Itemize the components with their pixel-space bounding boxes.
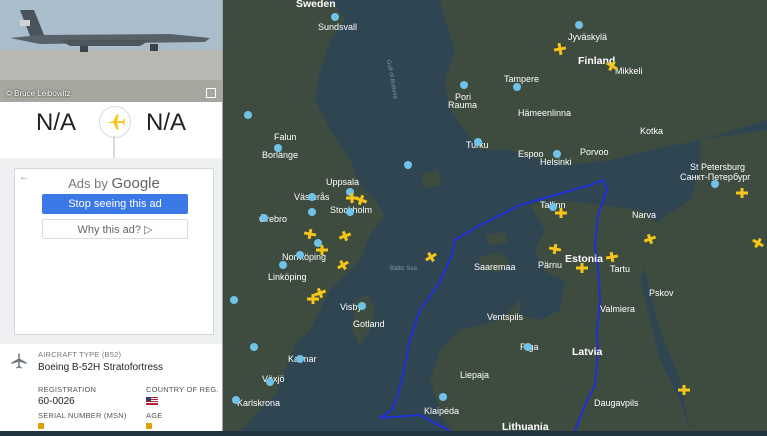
svg-text:Borlänge: Borlänge [262, 150, 298, 160]
svg-text:Karlskrona: Karlskrona [237, 398, 280, 408]
aircraft-details: AIRCRAFT TYPE (B52) Boeing B-52H Stratof… [0, 344, 222, 431]
aircraft-type-value: Boeing B-52H Stratofortress [38, 362, 164, 373]
expand-photo-icon[interactable] [206, 88, 216, 98]
aircraft-photo-image [0, 0, 222, 102]
why-this-ad-button[interactable]: Why this ad? ▷ [42, 219, 188, 239]
svg-text:Linköping: Linköping [268, 272, 307, 282]
ad-box: ← Ads by Google Stop seeing this ad Why … [14, 168, 214, 335]
flight-info-panel: © Bruce Leibowitz N/A N/A ← Ads by Googl… [0, 0, 223, 431]
svg-text:Falun: Falun [274, 132, 297, 142]
svg-text:Sundsvall: Sundsvall [318, 22, 357, 32]
serial-label: SERIAL NUMBER (MSN) [38, 411, 127, 420]
map-label-sweden: Sweden [296, 0, 336, 10]
registration-value: 60-0026 [38, 396, 75, 407]
svg-text:Ventspils: Ventspils [487, 312, 524, 322]
registration-label: REGISTRATION [38, 385, 97, 394]
svg-text:Baltic Sea: Baltic Sea [390, 266, 418, 272]
svg-text:Saaremaa: Saaremaa [474, 262, 516, 272]
svg-text:Rauma: Rauma [448, 100, 477, 110]
svg-text:Narva: Narva [632, 210, 656, 220]
aircraft-icon [11, 353, 27, 369]
destination-code: N/A [146, 109, 187, 136]
age-label: AGE [146, 411, 163, 420]
svg-text:Daugavpils: Daugavpils [594, 398, 639, 408]
svg-text:Valmiera: Valmiera [600, 304, 635, 314]
svg-text:Espoo: Espoo [518, 149, 544, 159]
flight-map[interactable]: Sweden Finland Estonia Latvia Lithuania … [223, 0, 767, 433]
aircraft-type-label: AIRCRAFT TYPE (B52) [38, 350, 122, 359]
serial-lock-icon[interactable] [38, 423, 44, 429]
svg-text:Kotka: Kotka [640, 126, 663, 136]
map-label-lithuania: Lithuania [502, 421, 549, 431]
route-connector [113, 136, 115, 158]
svg-text:Norrköping: Norrköping [282, 252, 326, 262]
svg-text:Mikkeli: Mikkeli [615, 66, 643, 76]
ad-heading: Ads by Google [68, 175, 160, 192]
svg-text:Jyväskylä: Jyväskylä [568, 32, 607, 42]
country-label: COUNTRY OF REG. [146, 385, 219, 394]
svg-text:Hämeenlinna: Hämeenlinna [518, 108, 571, 118]
us-flag-icon [146, 397, 158, 405]
map-canvas[interactable]: Sweden Finland Estonia Latvia Lithuania … [223, 0, 767, 433]
age-lock-icon[interactable] [146, 423, 152, 429]
svg-text:Helsinki: Helsinki [540, 157, 572, 167]
svg-text:Uppsala: Uppsala [326, 177, 359, 187]
svg-text:Gotland: Gotland [353, 319, 385, 329]
svg-text:St Petersburg: St Petersburg [690, 162, 745, 172]
map-label-estonia: Estonia [565, 253, 603, 265]
origin-code: N/A [36, 109, 77, 136]
aircraft-photo[interactable]: © Bruce Leibowitz [0, 0, 222, 102]
svg-text:Liepaja: Liepaja [460, 370, 489, 380]
svg-text:Pskov: Pskov [649, 288, 674, 298]
stop-seeing-ad-button[interactable]: Stop seeing this ad [42, 194, 188, 214]
svg-text:Tampere: Tampere [504, 74, 539, 84]
svg-text:Tartu: Tartu [610, 264, 630, 274]
route-plane-icon [99, 106, 131, 138]
map-label-latvia: Latvia [572, 346, 603, 358]
route-summary: N/A N/A [0, 102, 222, 158]
svg-text:Porvoo: Porvoo [580, 147, 609, 157]
svg-text:Pärnu: Pärnu [538, 260, 562, 270]
photo-credit: © Bruce Leibowitz [6, 89, 71, 98]
svg-text:Klaipėda: Klaipėda [424, 406, 459, 416]
